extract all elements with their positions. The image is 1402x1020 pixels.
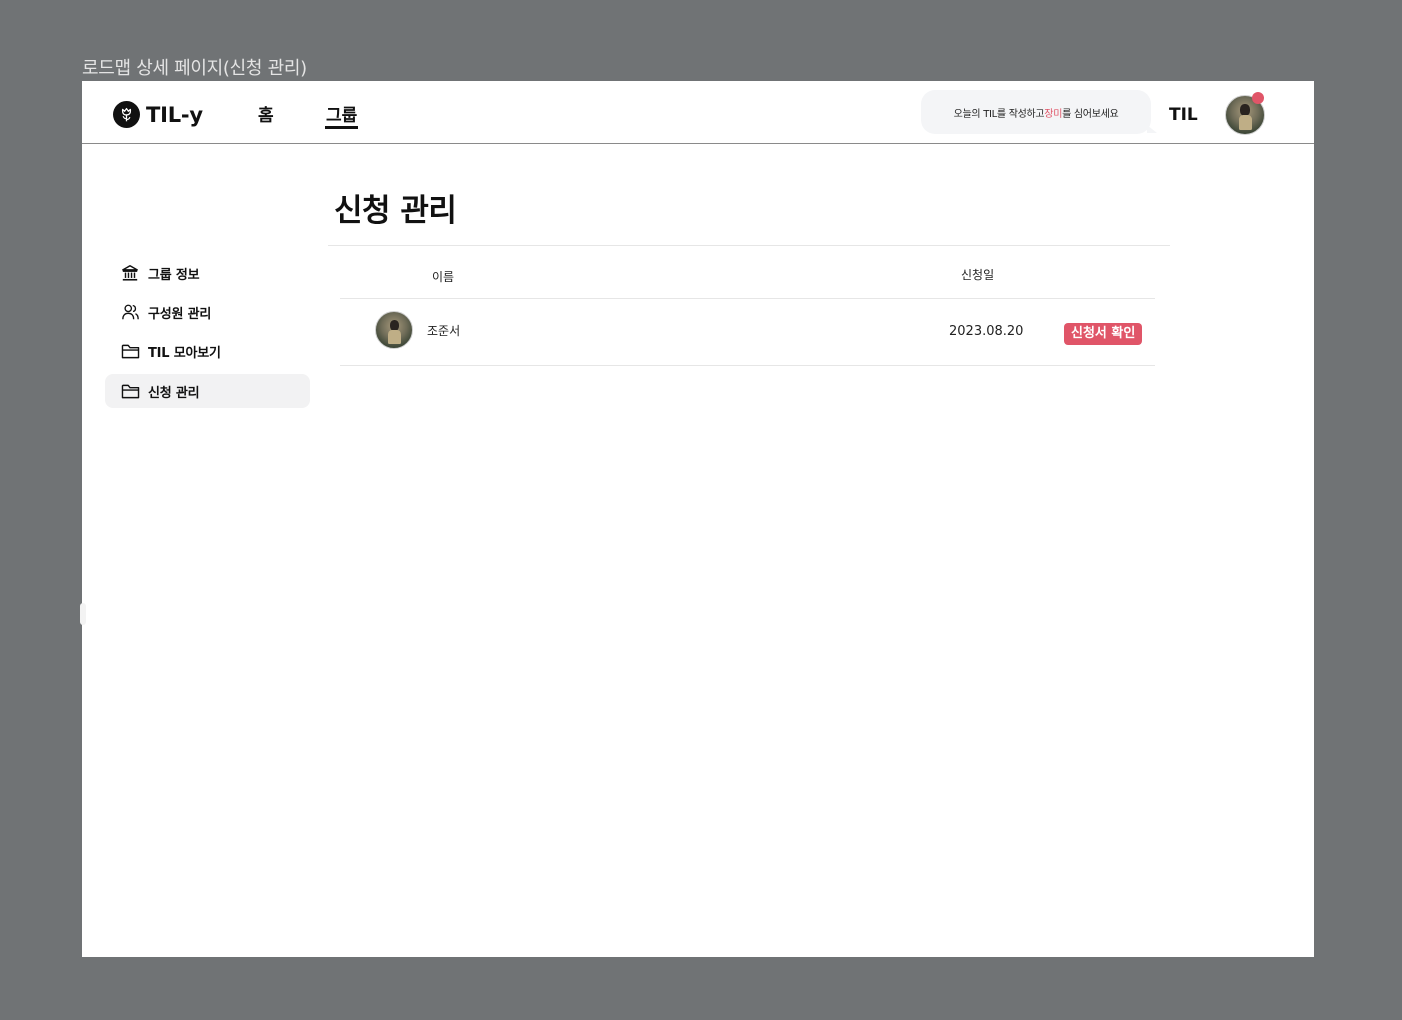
- bubble-text-after: 를 심어보세요: [1062, 108, 1119, 120]
- view-application-button[interactable]: 신청서 확인: [1064, 323, 1143, 345]
- nav-home[interactable]: 홈: [258, 101, 274, 126]
- sidebar-item-applications[interactable]: 신청 관리: [105, 374, 310, 408]
- tulip-logo-icon: [113, 101, 140, 128]
- column-header-date: 신청일: [961, 268, 995, 282]
- sidebar-item-group-info[interactable]: 그룹 정보: [105, 256, 310, 290]
- application-date: 2023.08.20: [949, 324, 1024, 339]
- top-header: TIL-y 홈 그룹 오늘의 TIL를 작성하고 장미 를 심어보세요 TIL: [82, 81, 1314, 144]
- folder-icon: [120, 341, 140, 361]
- bubble-text-before: 오늘의 TIL를 작성하고: [953, 108, 1045, 120]
- frame-label: 로드맵 상세 페이지(신청 관리): [82, 58, 307, 79]
- applicant-name: 조준서: [427, 324, 461, 338]
- logo[interactable]: TIL-y: [113, 101, 203, 128]
- applicant-avatar: [375, 311, 413, 349]
- bubble-text-highlight: 장미: [1044, 108, 1063, 120]
- page-title: 신청 관리: [334, 193, 457, 229]
- logo-text: TIL-y: [146, 102, 203, 127]
- sidebar-item-label: 그룹 정보: [148, 267, 200, 283]
- til-reminder-bubble: 오늘의 TIL를 작성하고 장미 를 심어보세요: [921, 90, 1157, 134]
- table-row: 조준서 2023.08.20 신청서 확인: [340, 299, 1155, 366]
- til-write-link[interactable]: TIL: [1169, 105, 1198, 125]
- sidebar-item-label: 구성원 관리: [148, 306, 212, 322]
- sidebar-item-til-collection[interactable]: TIL 모아보기: [105, 334, 310, 368]
- sidebar-item-label: TIL 모아보기: [148, 345, 221, 361]
- table-header: 이름 신청일: [340, 246, 1155, 299]
- column-header-name: 이름: [432, 270, 455, 284]
- notification-dot: [1252, 92, 1264, 104]
- sidebar-item-label: 신청 관리: [148, 385, 200, 401]
- bank-icon: [120, 263, 140, 283]
- sidebar-item-members[interactable]: 구성원 관리: [105, 295, 310, 329]
- app-window: TIL-y 홈 그룹 오늘의 TIL를 작성하고 장미를 심어보세요 TIL: [80, 81, 1314, 957]
- users-icon: [120, 302, 140, 322]
- nav-group[interactable]: 그룹: [324, 101, 359, 129]
- folder-icon: [120, 381, 140, 401]
